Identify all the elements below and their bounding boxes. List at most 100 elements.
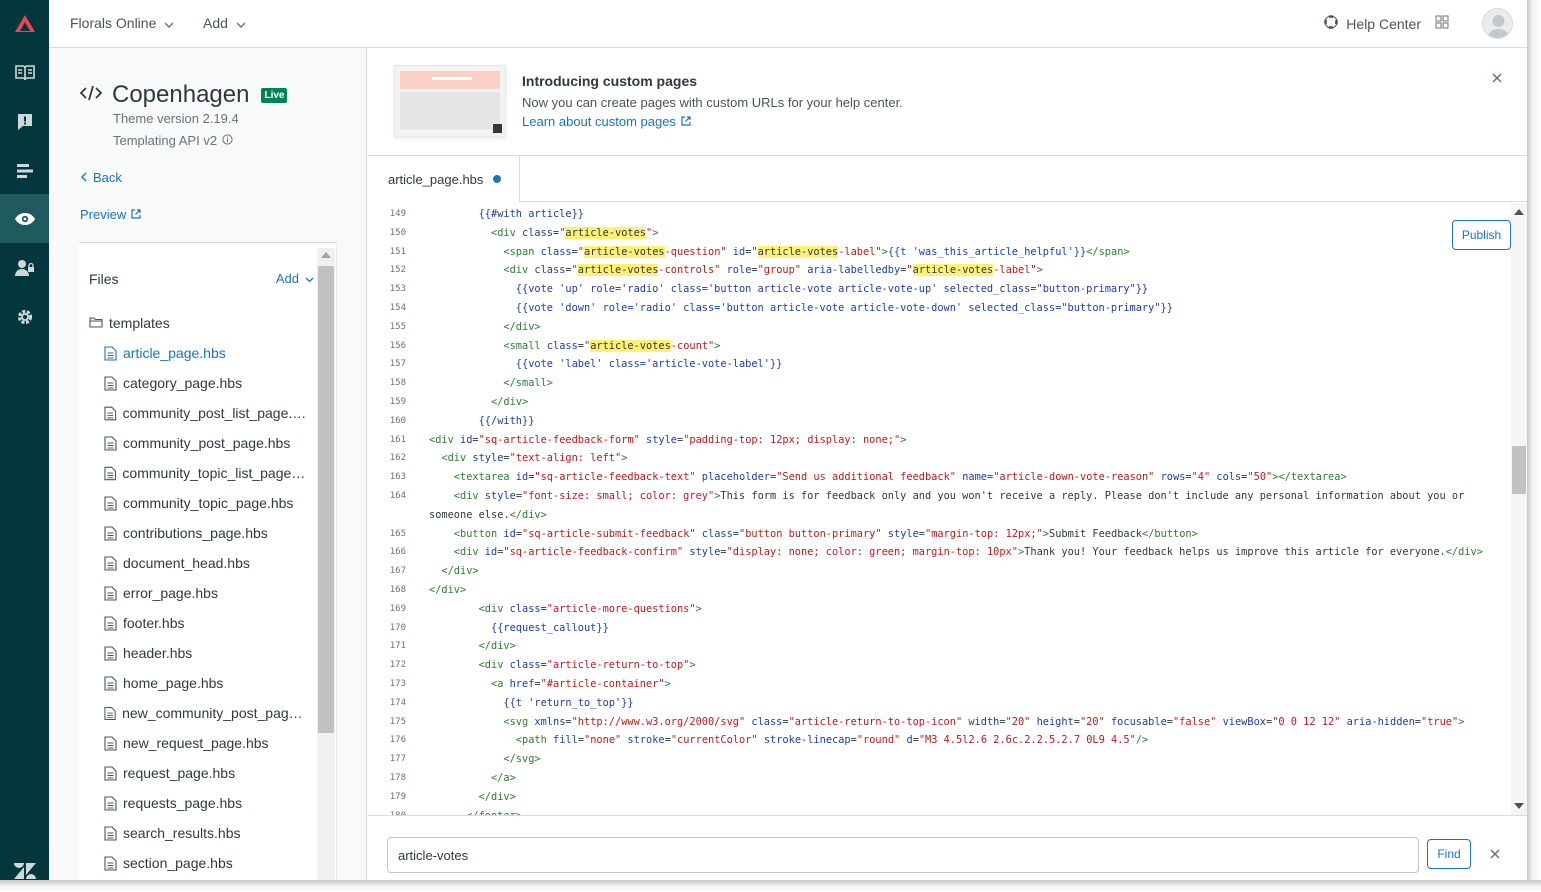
learn-more-link[interactable]: Learn about custom pages <box>522 114 691 129</box>
top-bar: Florals Online Add Help Center <box>49 0 1527 48</box>
live-badge: Live <box>261 87 288 103</box>
zendesk-guide-logo-icon[interactable] <box>0 0 49 48</box>
scroll-up-icon[interactable] <box>1514 209 1524 215</box>
file-item[interactable]: error_page.hbs <box>104 585 309 601</box>
info-icon[interactable] <box>222 133 233 148</box>
file-item[interactable]: category_page.hbs <box>104 375 309 391</box>
file-item[interactable]: document_head.hbs <box>104 555 309 571</box>
templating-api-label: Templating API v2 <box>113 133 218 148</box>
tab-article-page[interactable]: article_page.hbs <box>368 156 520 202</box>
code-text: <small class="article-votes-count"> <box>429 337 720 356</box>
customize-design-eye-icon[interactable] <box>0 194 49 243</box>
help-center-link[interactable]: Help Center <box>1324 15 1421 32</box>
search-match: article-votes <box>577 264 659 277</box>
feedback-alert-icon[interactable] <box>0 97 49 146</box>
file-item[interactable]: section_page.hbs <box>104 855 309 871</box>
back-link[interactable]: Back <box>80 170 122 185</box>
file-item[interactable]: search_results.hbs <box>104 825 309 841</box>
custom-pages-banner: Introducing custom pages Now you can cre… <box>368 48 1527 156</box>
code-token: role <box>726 264 752 277</box>
file-item[interactable]: community_topic_list_page.hbs <box>104 465 309 481</box>
code-token: class <box>534 264 566 277</box>
file-item[interactable]: request_page.hbs <box>104 765 309 781</box>
custom-pages-illustration <box>394 65 506 137</box>
knowledge-base-icon[interactable] <box>0 48 49 97</box>
code-token: "http://www.w3.org/2000/svg" <box>571 715 752 728</box>
templating-api: Templating API v2 <box>113 133 233 148</box>
code-text: </div> <box>429 788 516 807</box>
code-token: stroke <box>627 734 665 747</box>
code-token: class <box>509 602 541 615</box>
file-item[interactable]: community_post_page.hbs <box>104 435 309 451</box>
file-icon <box>104 466 116 480</box>
line-number: 175 <box>389 716 406 727</box>
file-item[interactable]: requests_page.hbs <box>104 795 309 811</box>
brand-menu-label: Florals Online <box>70 15 157 31</box>
scrollbar-thumb[interactable] <box>318 266 334 733</box>
line-number: 149 <box>389 209 406 219</box>
theme-version: Theme version 2.19.4 <box>113 111 239 126</box>
unsaved-dot-icon <box>493 175 502 183</box>
line-number: 179 <box>389 791 406 802</box>
code-token: "group" <box>757 264 808 277</box>
line-number: 165 <box>389 528 406 539</box>
code-editor[interactable]: 149 {{#with article}} 150 <div class="art… <box>368 203 1511 815</box>
close-icon[interactable] <box>1489 844 1501 865</box>
templates-folder[interactable]: templates <box>89 315 170 331</box>
file-icon <box>104 375 117 391</box>
line-number: 173 <box>389 679 406 689</box>
line-number: 164 <box>389 491 406 501</box>
settings-gear-icon[interactable] <box>0 292 49 341</box>
code-text: {{vote 'down' role='radio' class='button… <box>429 299 1173 318</box>
code-line: 168 </div> <box>368 581 1511 600</box>
chevron-left-icon <box>80 170 88 185</box>
add-menu[interactable]: Add <box>203 15 246 31</box>
code-token: </div> <box>429 396 529 408</box>
file-item[interactable]: contributions_page.hbs <box>104 525 309 541</box>
file-item[interactable]: home_page.hbs <box>104 675 309 691</box>
user-permissions-icon[interactable] <box>0 243 49 292</box>
file-item[interactable]: community_topic_page.hbs <box>104 495 309 511</box>
file-item[interactable]: footer.hbs <box>104 615 309 631</box>
preview-link[interactable]: Preview <box>80 207 141 222</box>
code-token: " <box>906 264 913 277</box>
file-label: community_post_list_page.hbs <box>122 405 309 421</box>
code-text: <div id="sq-article-feedback-confirm" st… <box>429 543 1483 562</box>
find-input[interactable]: article-votes <box>387 837 1419 873</box>
code-text: {{request_callout}} <box>429 619 609 638</box>
editor-scrollbar[interactable] <box>1511 203 1527 815</box>
product-tray-icon[interactable] <box>1435 15 1449 34</box>
close-icon[interactable] <box>1491 68 1503 89</box>
code-token: "0 0 12 12" <box>1272 715 1347 728</box>
code-line: 180 </footer> <box>368 807 1511 815</box>
code-token: <div <box>429 490 485 502</box>
code-line: 156 <small class="article-votes-count"> <box>368 337 1511 356</box>
code-text: <div style="text-align: left"> <box>429 449 627 468</box>
arrange-content-icon[interactable] <box>0 146 49 195</box>
code-text: {{/with}} <box>429 412 535 431</box>
find-button[interactable]: Find <box>1427 839 1471 869</box>
file-item[interactable]: article_page.hbs <box>104 345 309 361</box>
sidebar-scrollbar[interactable] <box>317 248 335 880</box>
add-file-button[interactable]: Add <box>276 271 314 286</box>
scroll-down-icon[interactable] <box>1514 803 1524 809</box>
brand-menu[interactable]: Florals Online <box>70 15 174 31</box>
user-avatar[interactable] <box>1482 8 1513 39</box>
code-token: <div <box>429 546 485 559</box>
code-token: <div <box>429 602 510 615</box>
file-item[interactable]: community_post_list_page.hbs <box>104 405 309 421</box>
code-line: 149 {{#with article}} <box>368 205 1511 224</box>
scrollbar-thumb[interactable] <box>1512 446 1526 494</box>
publish-button[interactable]: Publish <box>1452 220 1511 250</box>
code-line: 166 <div id="sq-article-feedback-confirm… <box>368 543 1511 562</box>
scroll-up-icon[interactable] <box>321 252 331 258</box>
file-item[interactable]: new_request_page.hbs <box>104 735 309 751</box>
file-icon <box>104 345 117 361</box>
file-item[interactable]: header.hbs <box>104 645 309 661</box>
file-item[interactable]: new_community_post_page.hbs <box>104 705 309 721</box>
code-token: <textarea <box>429 471 516 484</box>
code-token: > <box>664 678 671 690</box>
file-icon <box>104 555 117 571</box>
code-token: </svg> <box>429 753 541 766</box>
code-text: </div> <box>429 581 466 600</box>
